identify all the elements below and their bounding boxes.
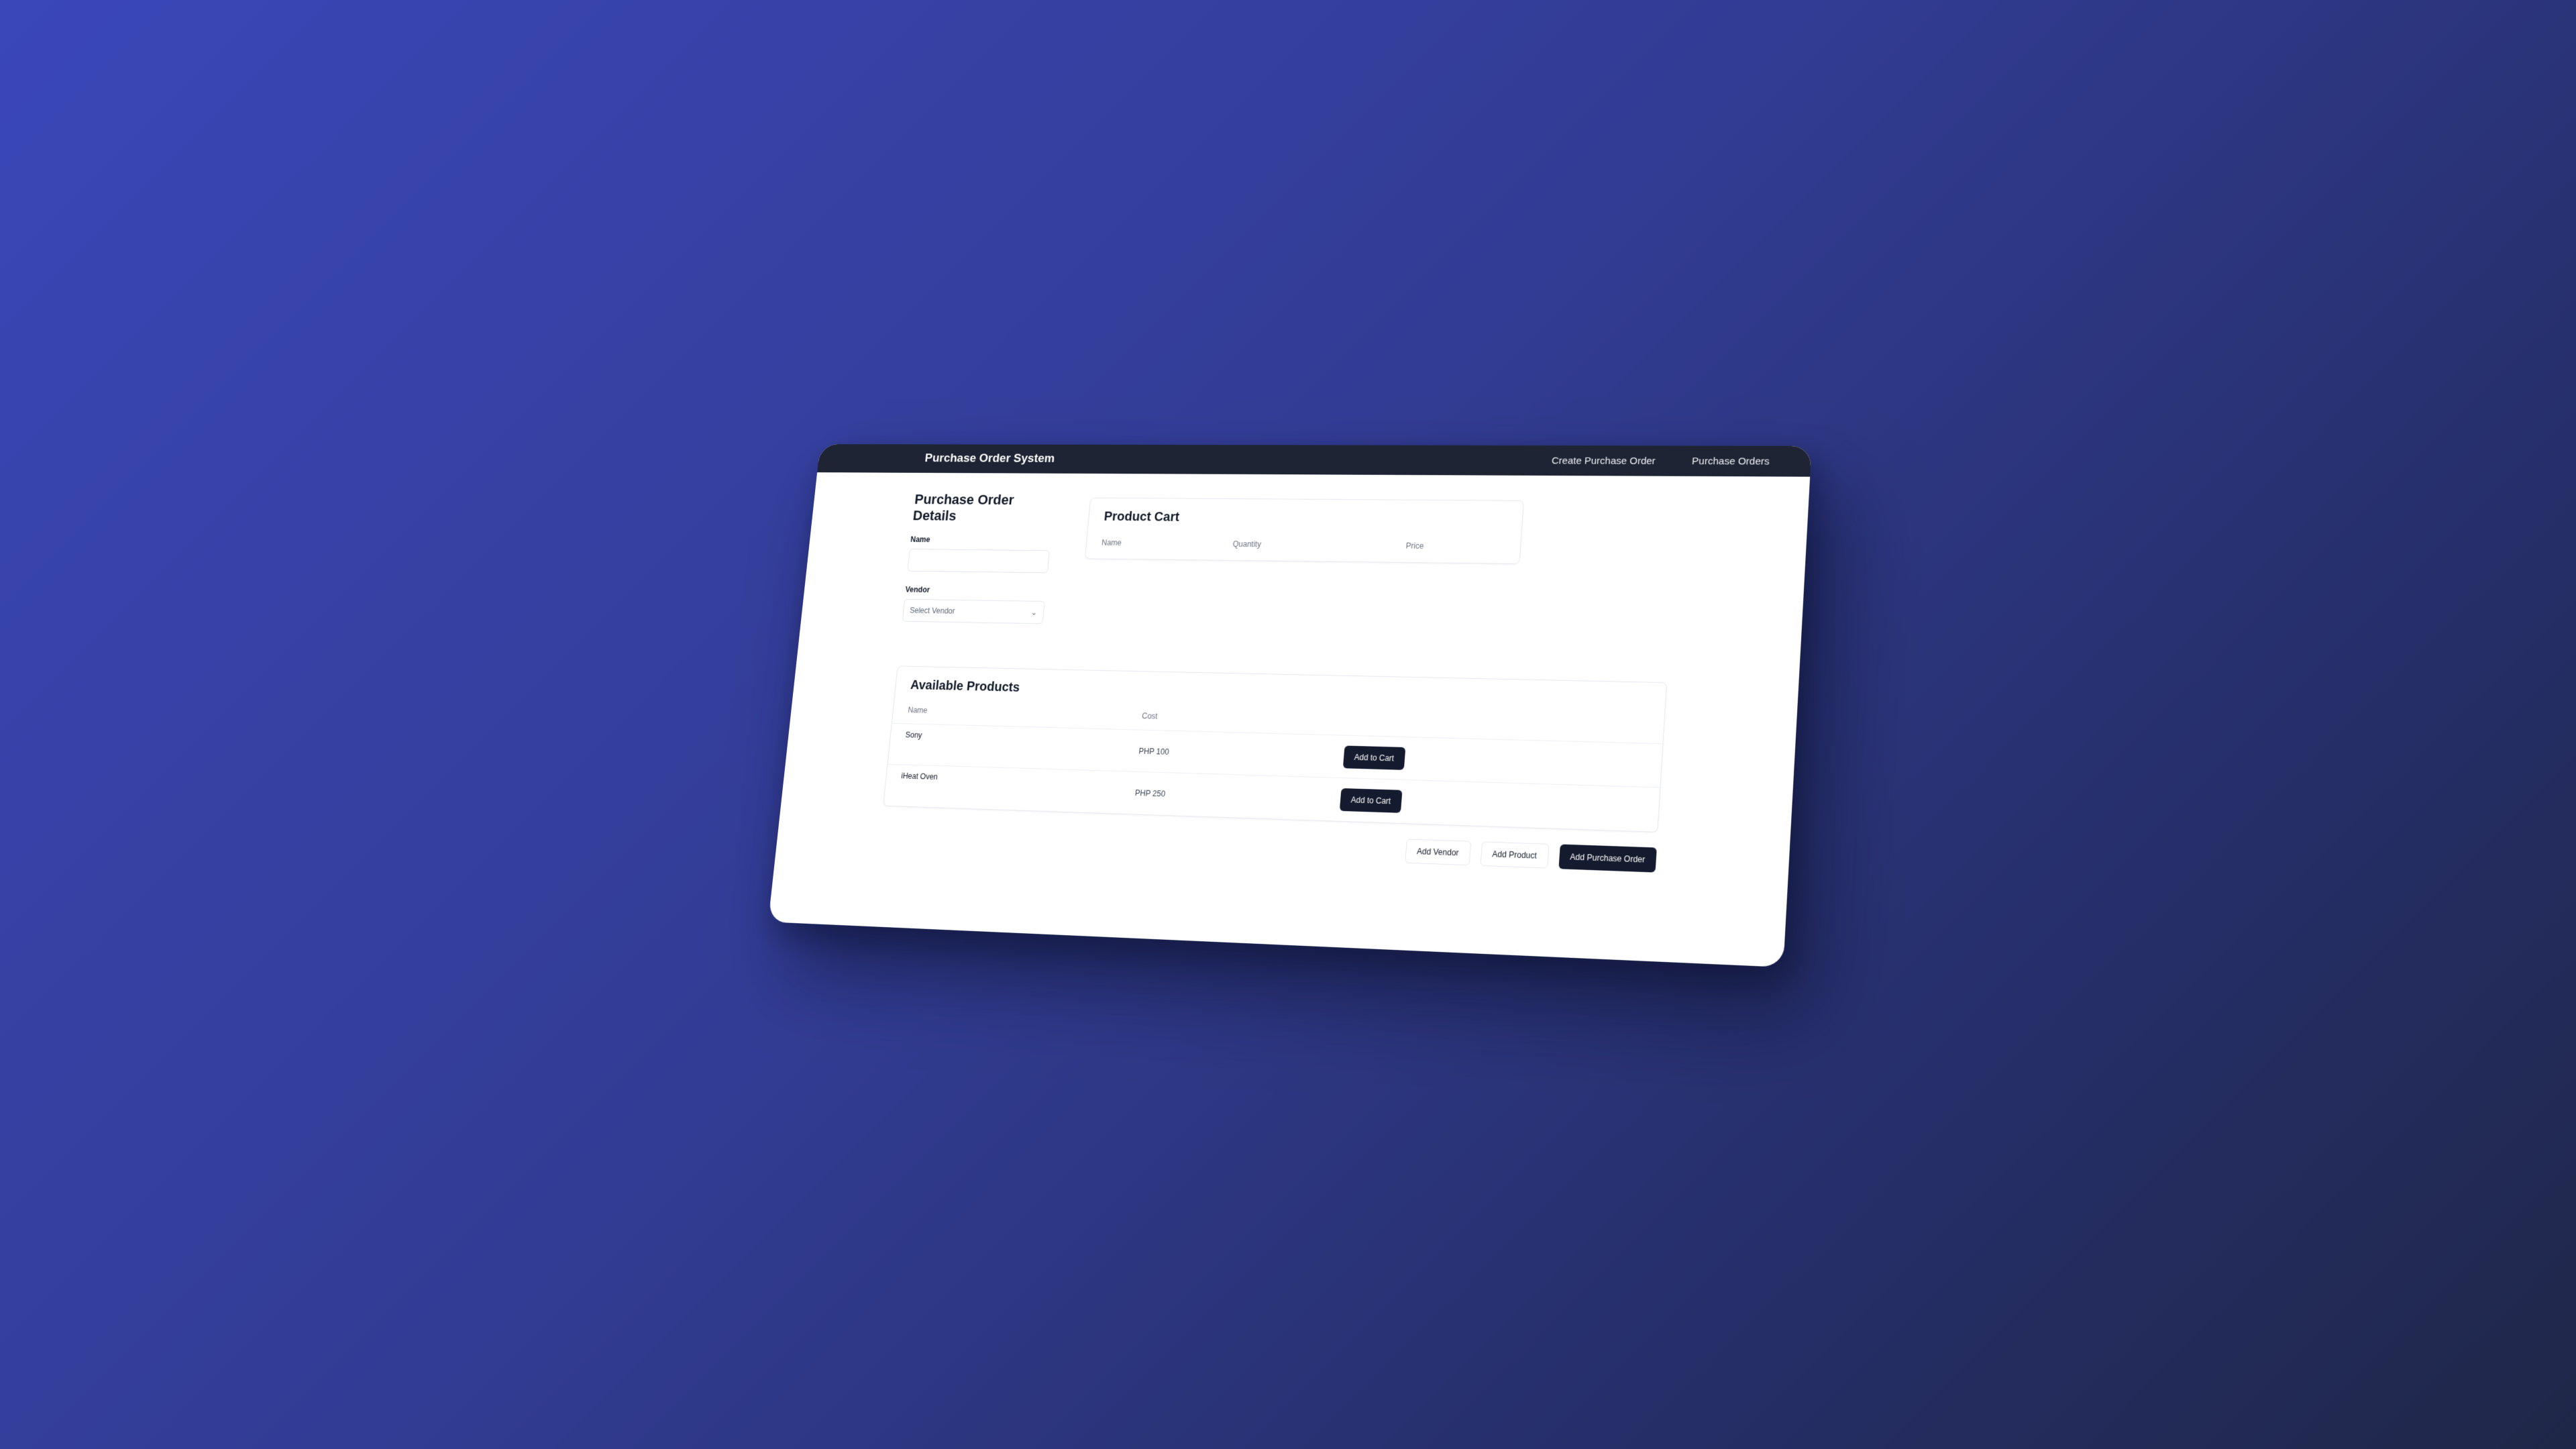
name-input[interactable] xyxy=(907,549,1051,574)
add-to-cart-button[interactable]: Add to Cart xyxy=(1339,788,1403,813)
nav-purchase-orders[interactable]: Purchase Orders xyxy=(1692,455,1770,467)
add-to-cart-button[interactable]: Add to Cart xyxy=(1342,745,1406,770)
cart-col-name: Name xyxy=(1101,538,1122,547)
purchase-order-details: Purchase Order Details Name Vendor Selec… xyxy=(902,492,1061,625)
details-title: Purchase Order Details xyxy=(912,491,1015,524)
vendor-select-value: Select Vendor xyxy=(909,606,955,616)
top-navbar: Purchase Order System Create Purchase Or… xyxy=(817,444,1812,477)
add-vendor-button[interactable]: Add Vendor xyxy=(1404,839,1471,866)
product-name: iHeat Oven xyxy=(900,771,938,782)
cart-title: Product Cart xyxy=(1103,509,1180,525)
available-products-card: Available Products Name Cost Sony PHP 10… xyxy=(883,665,1668,833)
product-cart-card: Product Cart Name Quantity Price xyxy=(1084,497,1524,564)
backdrop: Purchase Order System Create Purchase Or… xyxy=(0,0,2576,1449)
vendor-select[interactable]: Select Vendor ⌄ xyxy=(902,598,1045,625)
name-label: Name xyxy=(910,535,931,544)
product-name: Sony xyxy=(905,730,923,740)
product-cost: PHP 100 xyxy=(1138,746,1170,757)
main-content: Purchase Order Details Name Vendor Selec… xyxy=(777,472,1810,877)
cart-table-header: Name Quantity Price xyxy=(1102,538,1507,551)
app-brand[interactable]: Purchase Order System xyxy=(924,451,1055,466)
chevron-down-icon: ⌄ xyxy=(1030,608,1038,617)
vendor-label: Vendor xyxy=(904,585,930,594)
add-purchase-order-button[interactable]: Add Purchase Order xyxy=(1558,844,1657,873)
app-window: Purchase Order System Create Purchase Or… xyxy=(768,444,1812,967)
cart-col-quantity: Quantity xyxy=(1232,539,1262,549)
product-cost: PHP 250 xyxy=(1134,788,1166,799)
nav-create-purchase-order[interactable]: Create Purchase Order xyxy=(1552,455,1656,466)
nav-links: Create Purchase Order Purchase Orders xyxy=(1552,455,1770,467)
add-product-button[interactable]: Add Product xyxy=(1480,841,1550,869)
cart-col-price: Price xyxy=(1405,541,1424,551)
top-row: Purchase Order Details Name Vendor Selec… xyxy=(902,492,1768,637)
